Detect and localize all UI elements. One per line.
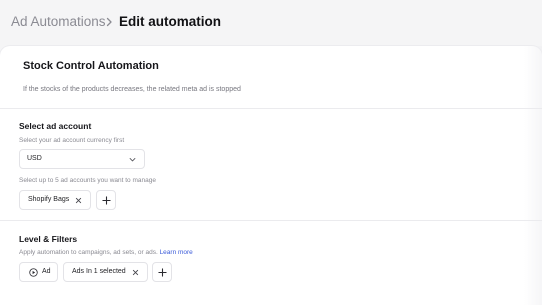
automation-description: If the stocks of the products decreases,…	[23, 86, 241, 93]
level-filters-hint-text: Apply automation to campaigns, ad sets, …	[19, 249, 158, 256]
level-filters-section-title: Level & Filters	[19, 234, 78, 244]
page-header: Ad Automations Edit automation	[0, 0, 542, 46]
plus-icon	[102, 196, 111, 205]
page-title: Edit automation	[119, 14, 221, 29]
ad-account-chip[interactable]: Shopify Bags	[19, 190, 91, 210]
learn-more-link[interactable]: Learn more	[160, 249, 193, 256]
breadcrumb-parent-link[interactable]: Ad Automations	[11, 14, 106, 29]
add-filter-button[interactable]	[152, 262, 172, 282]
currency-select-value: USD	[27, 155, 42, 162]
level-filters-hint: Apply automation to campaigns, ad sets, …	[19, 249, 193, 256]
ad-account-chip-label: Shopify Bags	[28, 196, 70, 203]
chevron-right-icon	[106, 17, 112, 27]
plus-icon	[158, 268, 167, 277]
section-divider	[0, 108, 542, 109]
section-divider	[0, 220, 542, 221]
level-select-button[interactable]: Ad	[19, 262, 58, 282]
automation-title: Stock Control Automation	[23, 60, 159, 72]
ad-account-section-title: Select ad account	[19, 121, 92, 131]
currency-select[interactable]: USD	[19, 149, 145, 169]
accounts-hint: Select up to 5 ad accounts you want to m…	[19, 177, 156, 184]
filter-chip[interactable]: Ads In 1 selected	[63, 262, 148, 282]
chevron-down-icon	[129, 158, 136, 162]
play-circle-icon	[29, 268, 38, 277]
close-icon[interactable]	[75, 197, 82, 204]
close-icon[interactable]	[132, 269, 139, 276]
level-label: Ad	[42, 268, 51, 275]
add-ad-account-button[interactable]	[96, 190, 116, 210]
currency-hint: Select your ad account currency first	[19, 137, 125, 144]
filter-chip-label: Ads In 1 selected	[72, 268, 126, 275]
